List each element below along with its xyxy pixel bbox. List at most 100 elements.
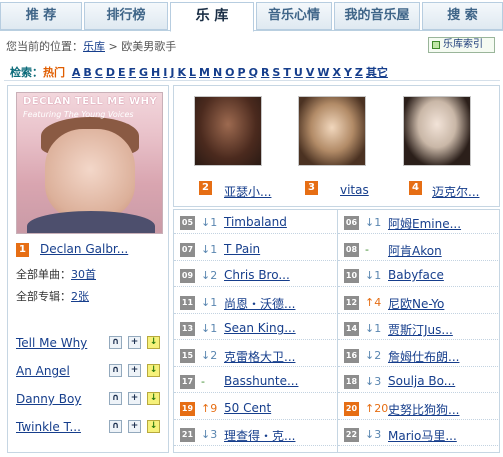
tab-charts[interactable]: 排行榜 [84, 2, 168, 30]
artist-name-link[interactable]: 詹姆仕布朗... [388, 348, 459, 365]
cover-shirt [27, 211, 155, 233]
alpha-letter-r[interactable]: R [261, 66, 269, 79]
download-icon[interactable]: ↓ [147, 364, 160, 377]
rank-number: 12 [344, 295, 359, 310]
alpha-letter-a[interactable]: A [72, 66, 81, 79]
song-title[interactable]: Danny Boy [16, 392, 81, 406]
song-title[interactable]: Twinkle T... [16, 420, 81, 434]
alpha-hot-link[interactable]: 热门 [43, 66, 65, 79]
tab-recommend[interactable]: 推 荐 [0, 2, 82, 30]
artist-name-link[interactable]: 阿肯Akon [388, 242, 442, 259]
library-index-button[interactable]: 乐库索引 [428, 37, 495, 53]
artist-name-link[interactable]: T Pain [224, 242, 260, 256]
rank-number: 16 [344, 348, 359, 363]
artist-name-link[interactable]: 克雷格大卫... [224, 348, 295, 365]
singles-link[interactable]: 30首 [71, 268, 96, 281]
rank-number: 10 [344, 269, 359, 283]
artist-name-link[interactable]: vitas [340, 183, 369, 197]
song-row: Danny Boy ∩ + ↓ [14, 390, 166, 408]
artist-photo[interactable] [403, 96, 471, 166]
rank-row: 10 ↓1 Babyface [338, 265, 500, 287]
alpha-letter-w[interactable]: W [317, 66, 329, 79]
alpha-letter-e[interactable]: E [118, 66, 126, 79]
artist-name-link[interactable]: Mario马里... [388, 427, 457, 444]
artist-photo[interactable] [194, 96, 262, 166]
listen-icon[interactable]: ∩ [109, 392, 122, 405]
tab-search[interactable]: 搜 索 [422, 2, 503, 30]
tab-my-music-house[interactable]: 我的音乐屋 [334, 2, 420, 30]
artist-name-link[interactable]: 阿姆Emine... [388, 215, 461, 232]
rank-row: 13 ↓1 Sean King... [174, 318, 336, 340]
breadcrumb-link-library[interactable]: 乐库 [83, 40, 105, 53]
artist-name-link[interactable]: 贾斯汀Jus... [388, 321, 453, 338]
download-icon[interactable]: ↓ [147, 420, 160, 433]
song-title[interactable]: An Angel [16, 364, 70, 378]
alpha-letter-k[interactable]: K [177, 66, 186, 79]
artist-name-link[interactable]: 尼欧Ne-Yo [388, 295, 444, 312]
alpha-letter-j[interactable]: J [170, 66, 174, 79]
alpha-letter-v[interactable]: V [306, 66, 315, 79]
trend-indicator: ↓1 [201, 216, 218, 229]
alpha-letter-z[interactable]: Z [355, 66, 363, 79]
rank-row: 08- 阿肯Akon [338, 239, 500, 261]
alpha-letter-s[interactable]: S [272, 66, 280, 79]
listen-icon[interactable]: ∩ [109, 336, 122, 349]
song-row: Twinkle T... ∩ + ↓ [14, 418, 166, 436]
artist-name-link[interactable]: 50 Cent [224, 401, 271, 415]
artist-photo[interactable] [298, 96, 366, 166]
alpha-letter-m[interactable]: M [199, 66, 210, 79]
artist-name-link[interactable]: 史努比狗狗... [388, 401, 459, 418]
listen-icon[interactable]: ∩ [109, 420, 122, 433]
alpha-letter-d[interactable]: D [106, 66, 115, 79]
alpha-letter-q[interactable]: Q [249, 66, 258, 79]
artist-name-link[interactable]: 亚瑟小... [224, 183, 271, 200]
alpha-other[interactable]: 其它 [366, 66, 388, 79]
alpha-letter-f[interactable]: F [128, 66, 136, 79]
featured-artist-name[interactable]: Declan Galbr... [40, 242, 128, 256]
rank-badge: 4 [409, 181, 422, 195]
rank-number: 09 [180, 269, 195, 283]
alpha-letter-b[interactable]: B [83, 66, 91, 79]
alpha-letter-o[interactable]: O [225, 66, 234, 79]
artist-name-link[interactable]: 迈克尔... [432, 183, 479, 200]
rank-row: 11 ↓1 尚恩・沃德... [174, 292, 336, 314]
artist-name-link[interactable]: Timbaland [224, 215, 287, 229]
alpha-letter-x[interactable]: X [332, 66, 340, 79]
rank-row: 16 ↓2 詹姆仕布朗... [338, 345, 500, 367]
rank-number: 05 [180, 216, 195, 230]
albums-link[interactable]: 2张 [71, 290, 89, 303]
artist-name-link[interactable]: Babyface [388, 268, 444, 282]
artist-name-link[interactable]: Basshunte... [224, 374, 298, 388]
alpha-letter-t[interactable]: T [283, 66, 291, 79]
top-artists-panel: 2 亚瑟小... 3 vitas 4 迈克尔... [173, 85, 500, 207]
alpha-letter-l[interactable]: L [189, 66, 196, 79]
artist-name-link[interactable]: 尚恩・沃德... [224, 295, 295, 312]
download-icon[interactable]: ↓ [147, 336, 160, 349]
add-icon[interactable]: + [128, 336, 141, 349]
artist-name-link[interactable]: 理查得・克... [224, 427, 295, 444]
alpha-letter-u[interactable]: U [294, 66, 303, 79]
listen-icon[interactable]: ∩ [109, 364, 122, 377]
artist-name-link[interactable]: Sean King... [224, 321, 296, 335]
alpha-letter-p[interactable]: P [238, 66, 246, 79]
alpha-letter-h[interactable]: H [151, 66, 160, 79]
alpha-letter-g[interactable]: G [139, 66, 148, 79]
artist-name-link[interactable]: Chris Bro... [224, 268, 290, 282]
song-title[interactable]: Tell Me Why [16, 336, 87, 350]
alpha-letter-i[interactable]: I [163, 66, 167, 79]
rank-row: 18 ↓3 Soulja Bo... [338, 371, 500, 393]
tab-music-library[interactable]: 乐 库 [170, 2, 254, 32]
add-icon[interactable]: + [128, 420, 141, 433]
alpha-letter-y[interactable]: Y [344, 66, 352, 79]
artist-name-link[interactable]: Soulja Bo... [388, 374, 455, 388]
download-icon[interactable]: ↓ [147, 392, 160, 405]
breadcrumb: 您当前的位置：乐库 > 欧美男歌手 [6, 38, 176, 54]
add-icon[interactable]: + [128, 392, 141, 405]
rank-number: 14 [344, 322, 359, 336]
album-cover-image[interactable]: DECLAN TELL ME WHY Featuring The Young V… [16, 92, 163, 234]
singles-label: 全部单曲： [16, 268, 71, 281]
alpha-letter-c[interactable]: C [95, 66, 103, 79]
add-icon[interactable]: + [128, 364, 141, 377]
tab-music-mood[interactable]: 音乐心情 [256, 2, 332, 30]
alpha-letter-n[interactable]: N [213, 66, 222, 79]
